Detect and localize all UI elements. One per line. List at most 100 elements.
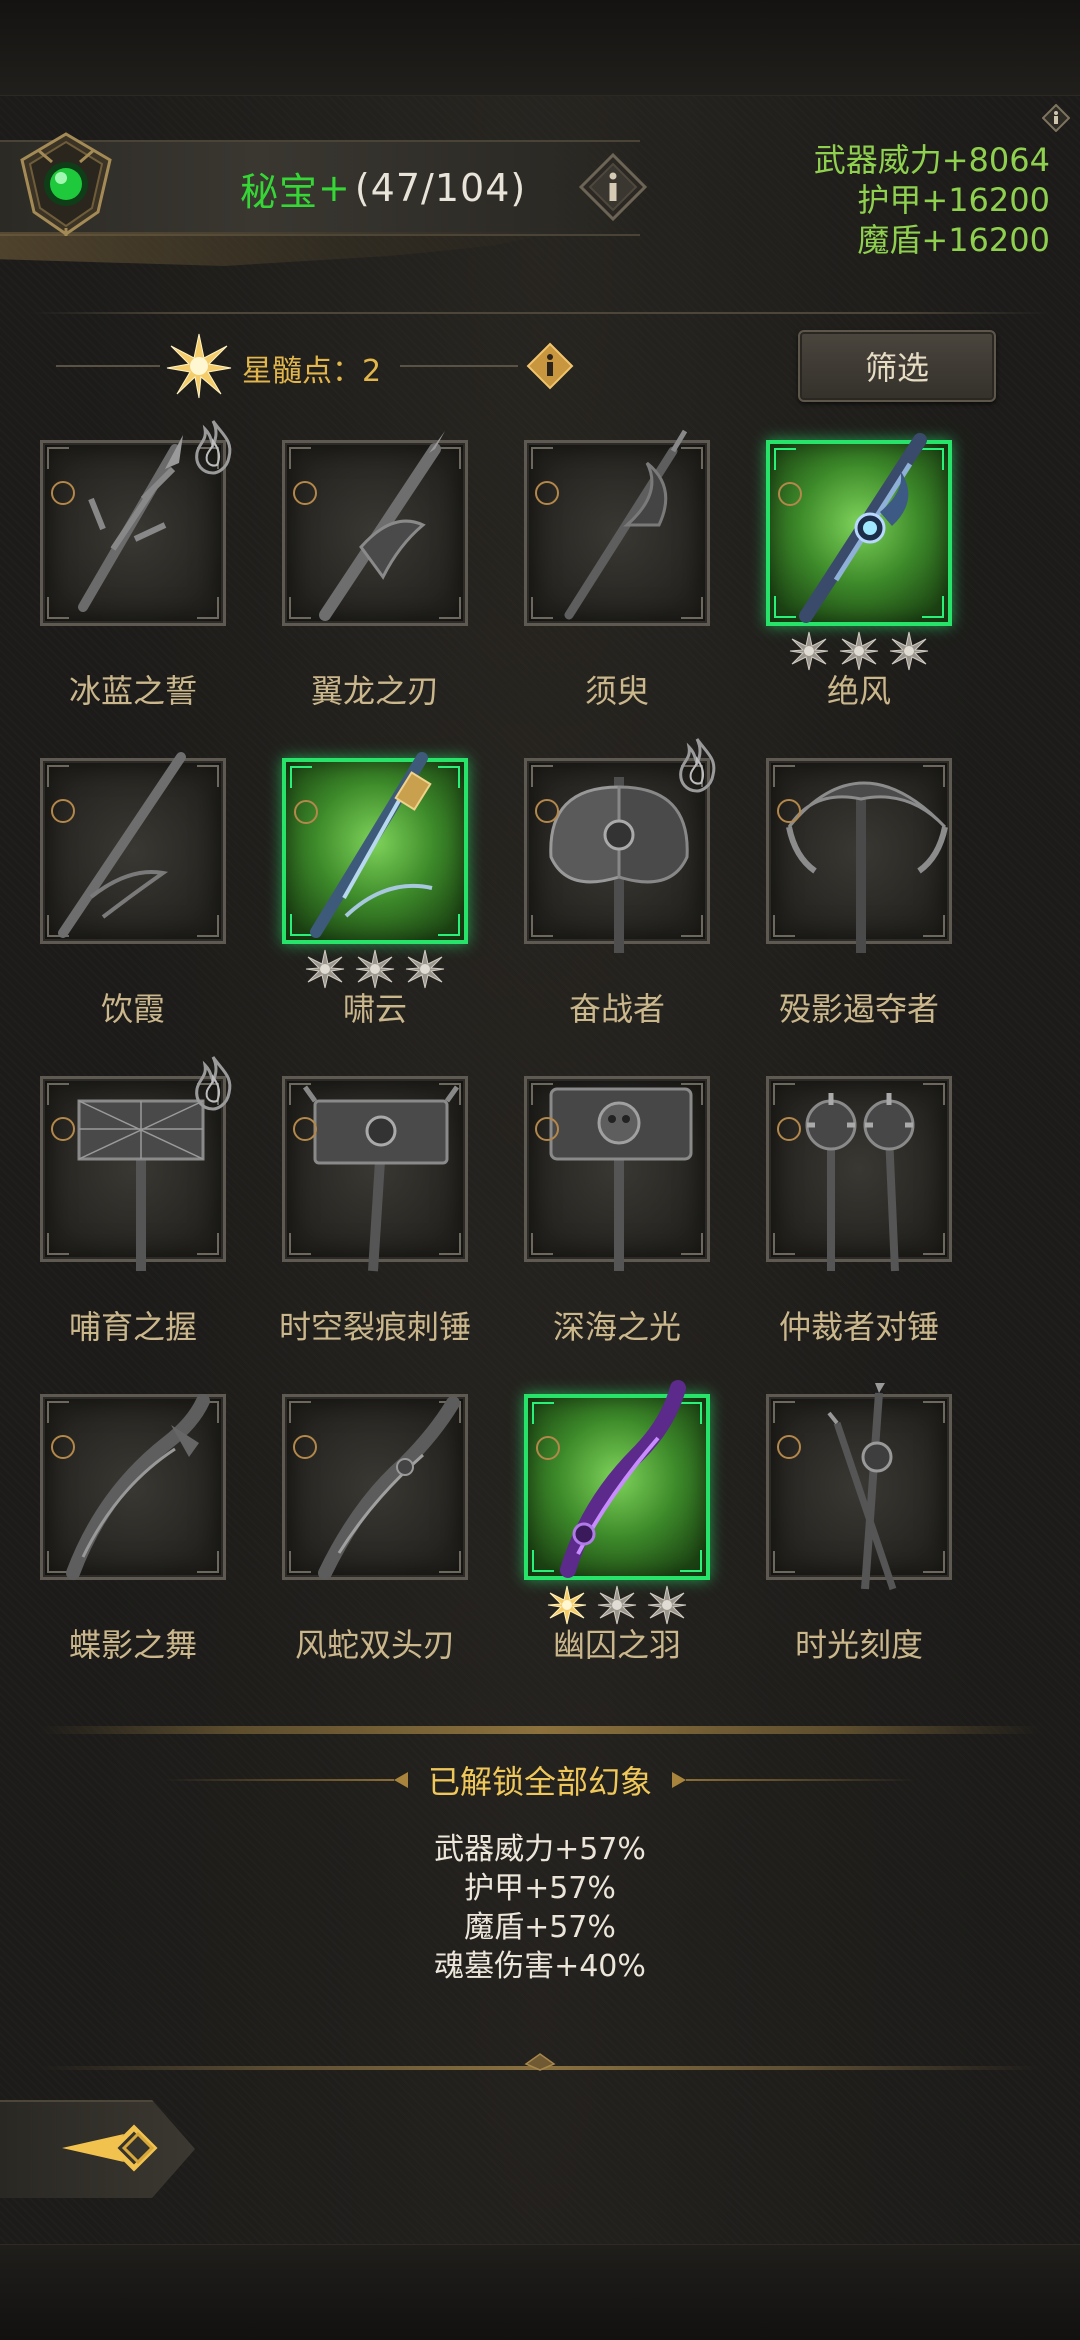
stat-armor: 护甲+16200	[857, 181, 1050, 219]
collection-count: (47/104)	[354, 166, 527, 210]
treasure-frame[interactable]	[40, 752, 226, 944]
treasure-card[interactable]: 风蛇双头刃	[242, 1384, 484, 1684]
weapon-skull-hammer-icon	[549, 1087, 693, 1271]
treasure-frame[interactable]	[524, 1076, 710, 1271]
treasure-name: 仲裁者对锤	[778, 1308, 939, 1346]
treasure-frame[interactable]	[766, 1076, 952, 1272]
treasure-frame[interactable]	[40, 1056, 232, 1271]
treasure-name: 深海之光	[552, 1308, 681, 1346]
unlock-title: 已解锁全部幻象	[427, 1763, 652, 1801]
filter-button[interactable]: 筛选	[798, 330, 996, 402]
weapon-rift-hammer-icon	[302, 1085, 460, 1272]
select-ring-icon[interactable]	[536, 1436, 560, 1460]
treasure-card[interactable]: 蝶影之舞	[0, 1384, 242, 1684]
flame-badge-icon	[679, 738, 716, 793]
select-ring-icon[interactable]	[778, 482, 802, 506]
stat-weapon-power: 武器威力+8064	[813, 141, 1050, 179]
select-ring-icon[interactable]	[777, 1435, 801, 1459]
select-ring-icon[interactable]	[777, 1117, 801, 1141]
star-row-line-right	[400, 365, 518, 367]
treasure-frame[interactable]	[282, 752, 468, 944]
treasure-card[interactable]: 绝风	[726, 430, 968, 730]
select-ring-icon[interactable]	[535, 1117, 559, 1141]
treasure-card[interactable]: 仲裁者对锤	[726, 1066, 968, 1366]
treasure-card[interactable]: 须臾	[484, 429, 726, 730]
treasure-frame[interactable]	[282, 1394, 468, 1580]
treasure-card[interactable]: 饮霞	[0, 748, 242, 1048]
treasure-frame[interactable]	[524, 1380, 710, 1580]
bonus-armor: 护甲+57%	[464, 1871, 616, 1906]
section-divider	[40, 1726, 1040, 1734]
info-icon[interactable]	[578, 152, 648, 222]
silver-star-icon	[405, 949, 445, 989]
ornament-line-right	[686, 1779, 916, 1781]
treasure-name: 翼龙之刃	[310, 672, 439, 710]
treasure-frame[interactable]	[766, 758, 952, 953]
weapon-twin-maces-icon	[805, 1093, 915, 1272]
select-ring-icon[interactable]	[293, 1117, 317, 1141]
select-ring-icon[interactable]	[535, 799, 559, 823]
bottom-ornament-icon	[524, 2053, 556, 2071]
status-bar-area	[0, 0, 1080, 96]
silver-star-icon	[789, 631, 829, 671]
select-ring-icon[interactable]	[51, 481, 75, 505]
bonus-magic-shield: 魔盾+57%	[464, 1910, 616, 1945]
select-ring-icon[interactable]	[293, 1435, 317, 1459]
unlock-bonus-list: 武器威力+57% 护甲+57% 魔盾+57% 魂墓伤害+40%	[0, 1830, 1080, 1986]
treasure-name: 幽囚之羽	[552, 1626, 681, 1664]
treasure-card[interactable]: 幽囚之羽	[484, 1380, 726, 1684]
title-plus: +	[318, 166, 351, 210]
treasure-card[interactable]: 啸云	[242, 748, 484, 1048]
treasure-frame[interactable]	[766, 1383, 952, 1591]
treasure-card[interactable]: 时空裂痕刺锤	[242, 1066, 484, 1366]
select-ring-icon[interactable]	[51, 1117, 75, 1141]
title-name: 秘宝	[240, 169, 319, 214]
bonus-weapon-power: 武器威力+57%	[434, 1832, 646, 1867]
select-ring-icon[interactable]	[535, 481, 559, 505]
treasure-card[interactable]: 哺育之握	[0, 1056, 242, 1366]
treasure-name: 蝶影之舞	[68, 1626, 197, 1664]
weapon-dragon-sword-icon	[319, 431, 445, 621]
gold-star-icon	[547, 1585, 587, 1625]
select-ring-icon[interactable]	[777, 799, 801, 823]
ornament-line-left	[163, 1779, 394, 1781]
star-points-info-icon[interactable]	[526, 342, 574, 390]
treasure-name: 时空裂痕刺锤	[278, 1308, 471, 1346]
treasure-frame[interactable]	[282, 1076, 468, 1272]
flame-badge-icon	[195, 1056, 232, 1111]
select-ring-icon[interactable]	[51, 1435, 75, 1459]
treasure-card[interactable]: 奋战者	[484, 738, 726, 1048]
weapon-long-blade-icon	[58, 752, 186, 938]
green-gem-emblem-icon	[20, 132, 112, 236]
silver-star-icon	[889, 631, 929, 671]
treasure-frame[interactable]	[40, 420, 232, 626]
treasure-card[interactable]: 翼龙之刃	[242, 430, 484, 730]
treasure-name: 风蛇双头刃	[294, 1626, 455, 1664]
treasure-name: 殁影遏夺者	[778, 990, 939, 1028]
treasure-name: 哺育之握	[68, 1308, 197, 1346]
treasure-card[interactable]: 冰蓝之誓	[0, 420, 242, 730]
treasure-name: 冰蓝之誓	[68, 672, 197, 710]
treasure-card[interactable]: 殁影遏夺者	[726, 748, 968, 1048]
select-ring-icon[interactable]	[51, 799, 75, 823]
divider	[30, 312, 1050, 314]
weapon-crescent-axe-icon	[786, 781, 948, 953]
treasure-frame[interactable]	[282, 431, 468, 626]
weapon-ice-sword-icon	[799, 433, 927, 623]
treasure-card[interactable]: 深海之光	[484, 1066, 726, 1366]
treasure-frame[interactable]	[524, 738, 716, 953]
silver-star-icon	[647, 1585, 687, 1625]
stat-magic-shield: 魔盾+16200	[857, 221, 1050, 259]
select-ring-icon[interactable]	[293, 481, 317, 505]
treasure-frame[interactable]	[524, 429, 710, 626]
ornament-arrow-left-icon	[393, 1772, 408, 1788]
treasure-frame[interactable]	[766, 433, 952, 626]
ornament-arrow-right-icon	[672, 1772, 686, 1788]
silver-star-icon	[597, 1585, 637, 1625]
treasure-card[interactable]: 时光刻度	[726, 1383, 968, 1684]
treasure-frame[interactable]	[40, 1394, 226, 1580]
corner-info-icon[interactable]	[1042, 104, 1070, 132]
select-ring-icon[interactable]	[294, 800, 318, 824]
unlock-title-bar: 已解锁全部幻象	[0, 1756, 1080, 1804]
back-arrow-icon[interactable]	[58, 2116, 162, 2180]
